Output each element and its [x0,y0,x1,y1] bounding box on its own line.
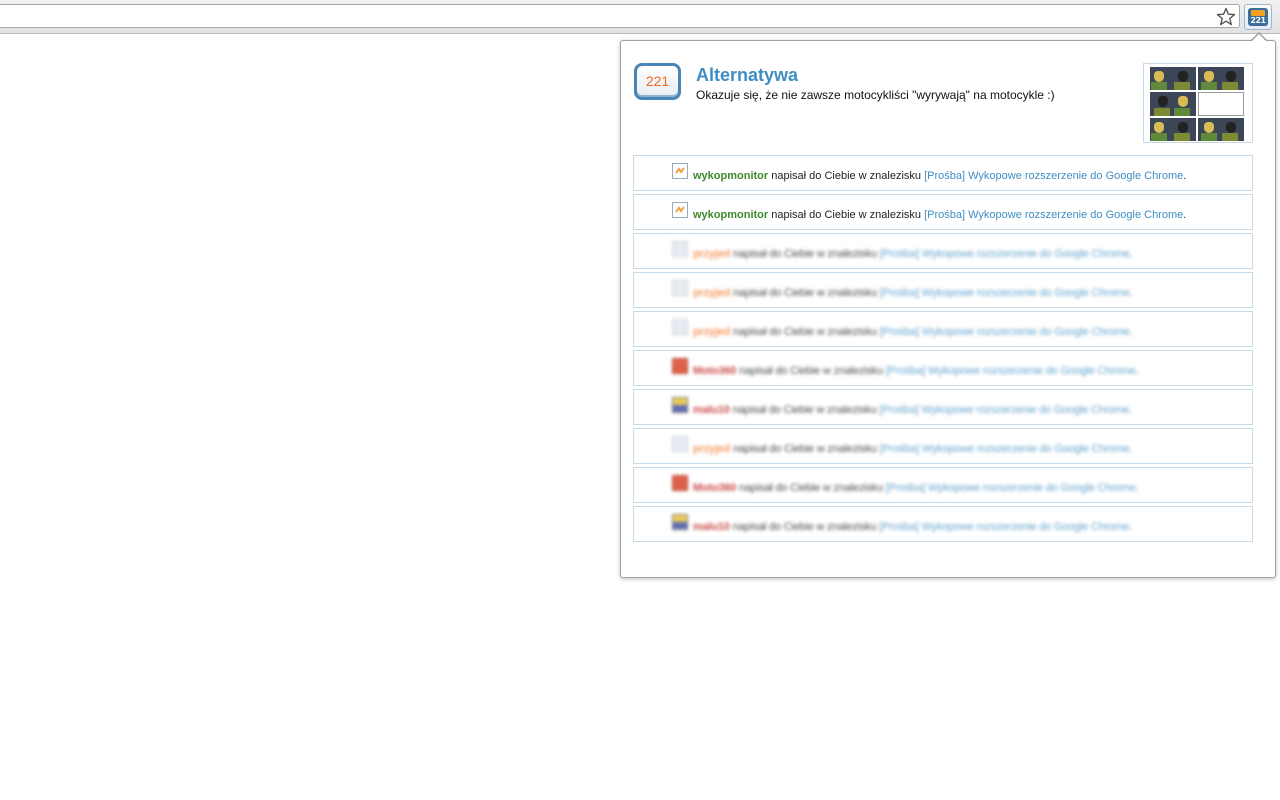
notification-user[interactable]: przyjed [693,287,730,299]
wykop-extension-button[interactable]: 221 [1244,4,1272,30]
notification-user[interactable]: wykopmonitor [693,209,768,221]
notification-action: napisał do Ciebie w znalezisku [732,521,877,533]
notification-list: wykopmonitor napisał do Ciebie w znalezi… [633,155,1253,545]
notification-user[interactable]: Moto360 [693,365,736,377]
notification-action: napisał do Ciebie w znalezisku [732,287,877,299]
notification-user[interactable]: malu10 [693,521,730,533]
user-avatar [672,514,688,530]
notification-item[interactable]: malu10 napisał do Ciebie w znalezisku [P… [633,389,1253,425]
notification-thread-link[interactable]: [Prośba] Wykopowe rozszerzenie do Google… [880,326,1130,338]
notification-user[interactable]: malu10 [693,404,730,416]
notification-item[interactable]: przyjed napisał do Ciebie w znalezisku [… [633,311,1253,347]
address-bar[interactable] [0,4,1240,28]
notification-item[interactable]: przyjed napisał do Ciebie w znalezisku [… [633,233,1253,269]
notification-thread-link[interactable]: [Prośba] Wykopowe rozszerzenie do Google… [886,482,1136,494]
featured-description: Okazuje się, że nie zawsze motocykliści … [696,88,1055,102]
user-avatar [672,475,688,491]
user-avatar [672,280,688,296]
notification-thread-link[interactable]: [Prośba] Wykopowe rozszerzenie do Google… [880,443,1130,455]
notification-action: napisał do Ciebie w znalezisku [732,326,877,338]
user-avatar [672,202,688,218]
notification-action: napisał do Ciebie w znalezisku [732,404,877,416]
bookmark-star-icon[interactable] [1216,7,1236,27]
notification-thread-link[interactable]: [Prośba] Wykopowe rozszerzenie do Google… [879,521,1129,533]
notification-item[interactable]: wykopmonitor napisał do Ciebie w znalezi… [633,155,1253,191]
notification-user[interactable]: przyjed [693,248,730,260]
notification-user[interactable]: Moto360 [693,482,736,494]
extension-popup: 221 Alternatywa Okazuje się, że nie zaws… [620,40,1276,578]
notification-user[interactable]: przyjed [693,326,730,338]
user-avatar [672,358,688,374]
notification-item[interactable]: Moto360 napisał do Ciebie w znalezisku [… [633,467,1253,503]
notification-item[interactable]: wykopmonitor napisał do Ciebie w znalezi… [633,194,1253,230]
notification-action: napisał do Ciebie w znalezisku [771,170,922,182]
featured-title[interactable]: Alternatywa [696,64,798,86]
notification-thread-link[interactable]: [Prośba] Wykopowe rozszerzenie do Google… [879,404,1129,416]
notification-thread-link[interactable]: [Prośba] Wykopowe rozszerzenie do Google… [924,170,1183,182]
notification-user[interactable]: przyjed [693,443,730,455]
notification-action: napisał do Ciebie w znalezisku [732,248,877,260]
counter-value: 221 [645,73,670,89]
browser-toolbar: 221 [0,0,1280,34]
notification-item[interactable]: przyjed napisał do Ciebie w znalezisku [… [633,428,1253,464]
notification-item[interactable]: Moto360 napisał do Ciebie w znalezisku [… [633,350,1253,386]
notification-action: napisał do Ciebie w znalezisku [739,365,883,377]
user-avatar [672,436,688,452]
notification-counter[interactable]: 221 [634,63,681,100]
notification-action: napisał do Ciebie w znalezisku [739,482,883,494]
wykop-logo-icon: 221 [1248,8,1268,26]
user-avatar [672,319,688,335]
popup-arrow-fill [1252,34,1266,41]
featured-thumbnail[interactable] [1143,63,1253,143]
notification-thread-link[interactable]: [Prośba] Wykopowe rozszerzenie do Google… [880,287,1130,299]
comic-image [1150,67,1244,141]
notification-item[interactable]: przyjed napisał do Ciebie w znalezisku [… [633,272,1253,308]
notification-user[interactable]: wykopmonitor [693,170,768,182]
extension-badge-count: 221 [1250,16,1266,25]
notification-thread-link[interactable]: [Prośba] Wykopowe rozszerzenie do Google… [886,365,1136,377]
user-avatar [672,163,688,179]
notification-thread-link[interactable]: [Prośba] Wykopowe rozszerzenie do Google… [880,248,1130,260]
notification-thread-link[interactable]: [Prośba] Wykopowe rozszerzenie do Google… [924,209,1183,221]
notification-item[interactable]: malu10 napisał do Ciebie w znalezisku [P… [633,506,1253,542]
user-avatar [672,241,688,257]
notification-action: napisał do Ciebie w znalezisku [771,209,922,221]
user-avatar [672,397,688,413]
notification-action: napisał do Ciebie w znalezisku [732,443,877,455]
